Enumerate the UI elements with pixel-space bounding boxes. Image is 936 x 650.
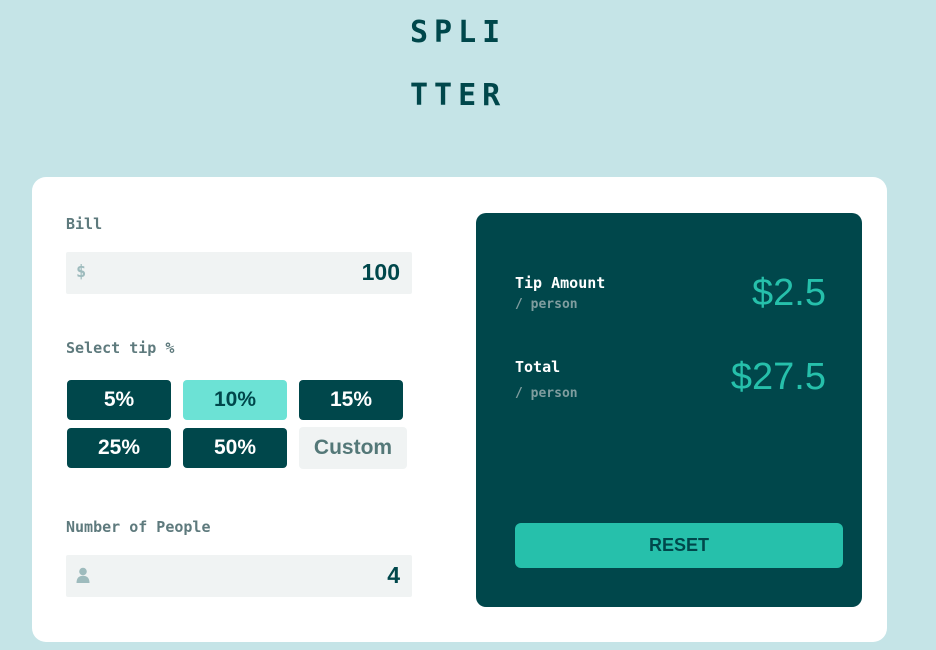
bill-label: Bill [66,215,103,233]
tip-button-15[interactable]: 15% [299,380,403,420]
dollar-icon: $ [76,262,87,282]
tip-button-50[interactable]: 50% [183,428,287,468]
total-label: Total [515,358,561,376]
result-panel: Tip Amount / person $2.5 Total / person … [476,213,862,607]
bill-input[interactable]: $ 100 [66,252,412,294]
person-icon [76,567,90,588]
total-per-person: / person [515,386,578,401]
tip-label: Select tip % [66,339,175,357]
logo-line-1: SPLI [410,15,507,50]
tip-button-10[interactable]: 10% [183,380,287,420]
logo-line-2: TTER [410,78,507,113]
tip-amount-value: $2.5 [752,272,826,314]
tip-amount-per-person: / person [515,297,578,312]
people-label: Number of People [66,518,211,536]
total-value: $27.5 [730,356,826,398]
tip-amount-label: Tip Amount [515,274,606,292]
calculator-card: Bill $ 100 Select tip % 5% 10% 15% 25% 5… [32,177,887,642]
people-input[interactable]: 4 [66,555,412,597]
app-logo: SPLI TTER [410,14,520,140]
tip-button-25[interactable]: 25% [67,428,171,468]
tip-button-5[interactable]: 5% [67,380,171,420]
bill-input-value[interactable]: 100 [362,259,400,286]
tip-custom-input[interactable]: Custom [299,427,407,469]
people-input-value[interactable]: 4 [387,562,400,589]
reset-button[interactable]: RESET [515,523,843,568]
